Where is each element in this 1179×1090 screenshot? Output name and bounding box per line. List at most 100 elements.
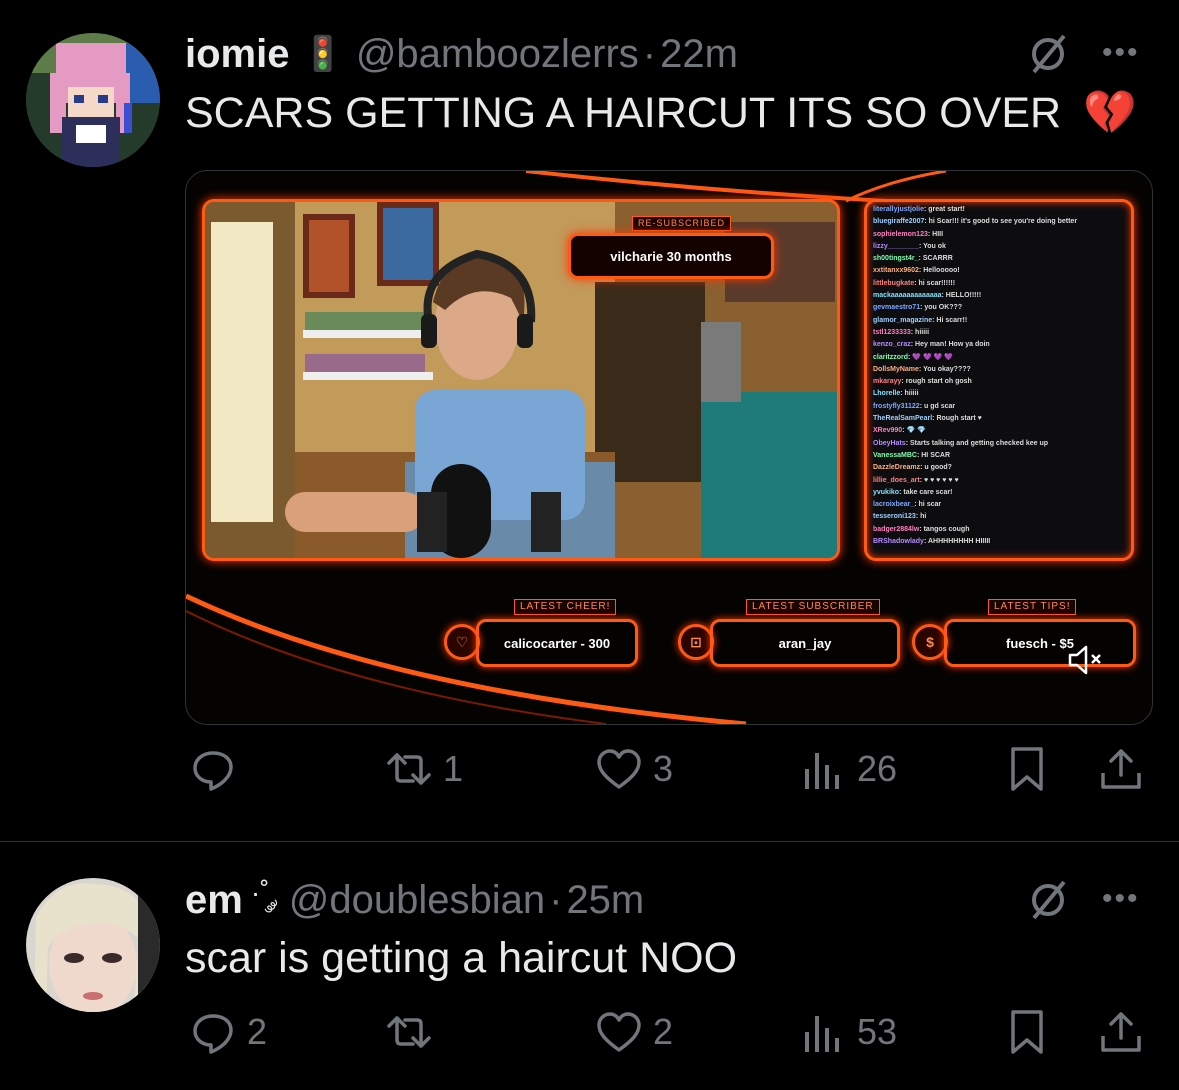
latest-tips-box: fuesch - $5 bbox=[944, 619, 1136, 667]
chat-message: mkarayy: rough start oh gosh bbox=[873, 376, 1125, 388]
latest-cheer-box: calicocarter - 300 bbox=[476, 619, 638, 667]
chat-text: u good? bbox=[924, 464, 952, 472]
chat-message: kenzo_craz: Hey man! How ya doin bbox=[873, 339, 1125, 351]
timestamp[interactable]: 22m bbox=[660, 32, 738, 77]
like-button[interactable]: 2 bbox=[595, 1008, 673, 1056]
chat-message: lacroixbear_: hi scar bbox=[873, 499, 1125, 511]
views-button[interactable]: 53 bbox=[799, 1008, 897, 1056]
separator-dot: · bbox=[549, 877, 563, 922]
chat-text: hi scar bbox=[918, 501, 942, 509]
like-button[interactable]: 3 bbox=[595, 745, 673, 793]
author-handle[interactable]: @doublesbian bbox=[289, 878, 545, 923]
tweet[interactable]: em ·˚ ༘ @doublesbian · 25m ••• scar is g… bbox=[0, 842, 1179, 1090]
chat-text: Hi scarr!! bbox=[936, 316, 968, 324]
share-icon bbox=[1101, 1012, 1141, 1052]
chat-message: yvukiko: take care scar! bbox=[873, 487, 1125, 499]
chat-message: gevmaestro71: you OK??? bbox=[873, 302, 1125, 314]
repost-button[interactable] bbox=[385, 1008, 443, 1056]
author-emoji: ·˚ ༘ bbox=[250, 876, 277, 908]
mute-icon[interactable] bbox=[1066, 643, 1106, 677]
latest-tips-label: LATEST TIPS! bbox=[988, 599, 1077, 615]
chat-text: tangos cough bbox=[923, 525, 970, 533]
chat-username: bluegiraffe2007 bbox=[873, 218, 925, 226]
tweet[interactable]: iomie 🚦 @bamboozlerrs · 22m ••• SCARS GE… bbox=[0, 0, 1179, 842]
chat-username: mackaaaaaaaaaaaaa bbox=[873, 292, 942, 300]
bookmark-button[interactable] bbox=[1003, 745, 1051, 793]
twitch-icon: ⊡ bbox=[678, 624, 714, 660]
cheer-icon: ♡ bbox=[444, 624, 480, 660]
chat-message: VanessaMBC: HI SCAR bbox=[873, 450, 1125, 462]
chat-panel: literallyjustjolie: great start! bluegira… bbox=[864, 199, 1134, 561]
chat-message: mackaaaaaaaaaaaaa: HELLO!!!!! bbox=[873, 290, 1125, 302]
chat-text: you OK??? bbox=[924, 304, 963, 312]
chat-text: HELLO!!!!! bbox=[945, 292, 982, 300]
repost-button[interactable]: 1 bbox=[385, 745, 463, 793]
chat-username: yvukiko bbox=[873, 488, 900, 496]
author-name[interactable]: em bbox=[185, 878, 243, 923]
chat-text: Starts talking and getting checked kee u… bbox=[909, 439, 1049, 447]
chat-text: rough start oh gosh bbox=[905, 378, 972, 386]
author-name[interactable]: iomie bbox=[185, 32, 289, 77]
views-button[interactable]: 26 bbox=[799, 745, 897, 793]
reply-count: 2 bbox=[247, 1011, 268, 1052]
chat-text: You ok bbox=[923, 242, 946, 250]
dollar-icon: $ bbox=[912, 624, 948, 660]
chat-message: tstl1233333: hiiiii bbox=[873, 327, 1125, 339]
views-icon bbox=[805, 1016, 839, 1052]
more-icon[interactable]: ••• bbox=[1102, 882, 1140, 916]
chat-username: VanessaMBC bbox=[873, 451, 917, 459]
latest-subscriber-value: aran_jay bbox=[778, 635, 832, 651]
chat-username: tstl1233333 bbox=[873, 328, 911, 336]
repost-icon bbox=[387, 1016, 431, 1048]
more-icon[interactable]: ••• bbox=[1102, 36, 1140, 70]
chat-username: frostyfly31122 bbox=[873, 402, 920, 410]
views-count: 53 bbox=[857, 1011, 898, 1052]
chat-text: SCARRR bbox=[922, 255, 953, 263]
avatar[interactable] bbox=[26, 878, 160, 1012]
reply-button[interactable] bbox=[189, 745, 247, 793]
share-button[interactable] bbox=[1097, 1008, 1145, 1056]
bookmark-button[interactable] bbox=[1003, 1008, 1051, 1056]
chat-message: XRev990: 💎 💎 bbox=[873, 425, 1125, 437]
tweet-text-content: SCARS GETTING A HAIRCUT ITS SO OVER bbox=[185, 89, 1062, 137]
reply-button[interactable]: 2 bbox=[189, 1008, 267, 1056]
views-count: 26 bbox=[857, 748, 898, 789]
like-icon bbox=[597, 1012, 641, 1052]
tweet-header: em ·˚ ༘ @doublesbian · 25m bbox=[185, 874, 644, 926]
chat-username: claritzzord bbox=[873, 353, 909, 361]
timestamp[interactable]: 25m bbox=[566, 878, 644, 923]
share-button[interactable] bbox=[1097, 745, 1145, 793]
resub-alert-text: vilcharie 30 months bbox=[610, 248, 732, 264]
chat-text: AHHHHHHHH HIIIII bbox=[927, 538, 991, 546]
chat-text: 💜 💜 💜 💜 bbox=[912, 353, 953, 361]
separator-dot: · bbox=[642, 31, 657, 76]
chat-text: great start! bbox=[928, 206, 965, 213]
chat-text: HIII bbox=[932, 230, 944, 238]
chat-username: sophielemon123 bbox=[873, 230, 928, 238]
chat-message: Lhorelle: hiiiii bbox=[873, 388, 1125, 400]
chat-text: hi Scar!!! it's good to see you're doing… bbox=[928, 218, 1078, 226]
chat-username: lizzy________ bbox=[873, 242, 919, 250]
reply-icon bbox=[193, 1014, 233, 1054]
repost-icon bbox=[387, 753, 431, 785]
chat-text: Hey man! How ya doin bbox=[915, 341, 990, 349]
chat-message: tesseroni123: hi bbox=[873, 511, 1125, 523]
chat-username: badger2884lw bbox=[873, 525, 920, 533]
author-handle[interactable]: @bamboozlerrs bbox=[356, 32, 639, 77]
chat-message: TheRealSamPearl: Rough start ♥ bbox=[873, 413, 1125, 425]
bookmark-icon bbox=[1011, 747, 1043, 791]
chat-text: hiiiii bbox=[915, 328, 930, 336]
chat-username: Lhorelle bbox=[873, 390, 901, 398]
reply-icon bbox=[193, 751, 233, 791]
chat-message: claritzzord: 💜 💜 💜 💜 bbox=[873, 352, 1125, 364]
chat-message: badger2884lw: tangos cough bbox=[873, 524, 1125, 536]
grok-icon[interactable] bbox=[1026, 878, 1070, 922]
chat-message: glamor_magazine: Hi scarr!! bbox=[873, 315, 1125, 327]
grok-icon[interactable] bbox=[1026, 32, 1070, 76]
avatar[interactable] bbox=[26, 33, 160, 167]
media-video[interactable]: RE-SUBSCRIBED vilcharie 30 months litera… bbox=[185, 170, 1153, 725]
chat-text: hi bbox=[920, 513, 927, 521]
chat-username: mkarayy bbox=[873, 378, 902, 386]
resub-alert-label: RE-SUBSCRIBED bbox=[632, 216, 732, 231]
repost-count: 1 bbox=[443, 748, 464, 789]
